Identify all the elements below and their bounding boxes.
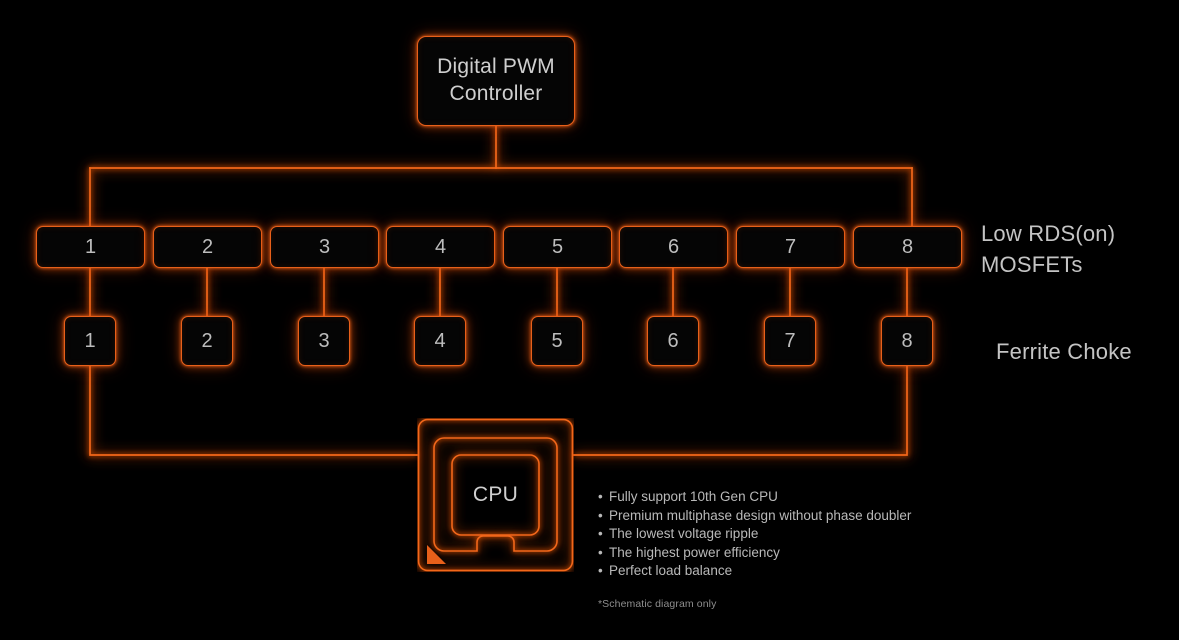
- mosfet-label: 8: [901, 235, 914, 258]
- ferrite-choke-block-2: 2: [181, 316, 233, 366]
- cpu-block: CPU: [417, 418, 574, 572]
- ferrite-choke-block-8: 8: [881, 316, 933, 366]
- choke-label: 3: [318, 329, 330, 352]
- choke-label: 8: [901, 329, 913, 352]
- diagram-canvas: Digital PWM Controller 1 2 3 4 5 6 7 8 1…: [0, 0, 1179, 640]
- choke-label: 4: [434, 329, 446, 352]
- mosfet-row-label-line-1: Low RDS(on): [981, 221, 1116, 246]
- mosfet-label: 2: [201, 235, 214, 258]
- choke-label: 6: [667, 329, 679, 352]
- mosfet-row-label-line-2: MOSFETs: [981, 252, 1083, 278]
- ferrite-choke-block-6: 6: [647, 316, 699, 366]
- feature-list: Fully support 10th Gen CPU Premium multi…: [598, 488, 911, 581]
- ferrite-choke-block-3: 3: [298, 316, 350, 366]
- choke-row-label: Ferrite Choke: [996, 339, 1132, 364]
- choke-label: 2: [201, 329, 213, 352]
- mosfet-block-8: 8: [853, 226, 962, 268]
- mosfet-block-6: 6: [619, 226, 728, 268]
- mosfet-block-1: 1: [36, 226, 145, 268]
- list-item: Perfect load balance: [598, 562, 911, 581]
- list-item: The highest power efficiency: [598, 544, 911, 563]
- mosfet-label: 7: [784, 235, 797, 258]
- ferrite-choke-block-1: 1: [64, 316, 116, 366]
- pwm-title-line-1: Digital PWM: [437, 55, 555, 79]
- mosfet-label: 3: [318, 235, 331, 258]
- mosfet-label: 6: [667, 235, 680, 258]
- mosfet-block-4: 4: [386, 226, 495, 268]
- ferrite-choke-block-7: 7: [764, 316, 816, 366]
- mosfet-block-5: 5: [503, 226, 612, 268]
- list-item: Premium multiphase design without phase …: [598, 507, 911, 526]
- mosfet-label: 5: [551, 235, 564, 258]
- mosfet-label: 4: [434, 235, 447, 258]
- footnote-text: *Schematic diagram only: [598, 598, 717, 610]
- ferrite-choke-block-5: 5: [531, 316, 583, 366]
- mosfet-block-2: 2: [153, 226, 262, 268]
- connection-traces: [88, 125, 914, 457]
- mosfet-row-label: Low RDS(on) MOSFETs: [981, 218, 1115, 280]
- list-item: The lowest voltage ripple: [598, 525, 911, 544]
- cpu-package-graphic: [417, 418, 574, 572]
- choke-label: 1: [84, 329, 96, 352]
- choke-label: 5: [551, 329, 563, 352]
- choke-label: 7: [784, 329, 796, 352]
- ferrite-choke-block-4: 4: [414, 316, 466, 366]
- pwm-title-line-2: Controller: [449, 82, 543, 105]
- mosfet-block-3: 3: [270, 226, 379, 268]
- list-item: Fully support 10th Gen CPU: [598, 488, 911, 507]
- mosfet-block-7: 7: [736, 226, 845, 268]
- digital-pwm-controller-block: Digital PWM Controller: [417, 36, 575, 126]
- mosfet-label: 1: [84, 235, 97, 258]
